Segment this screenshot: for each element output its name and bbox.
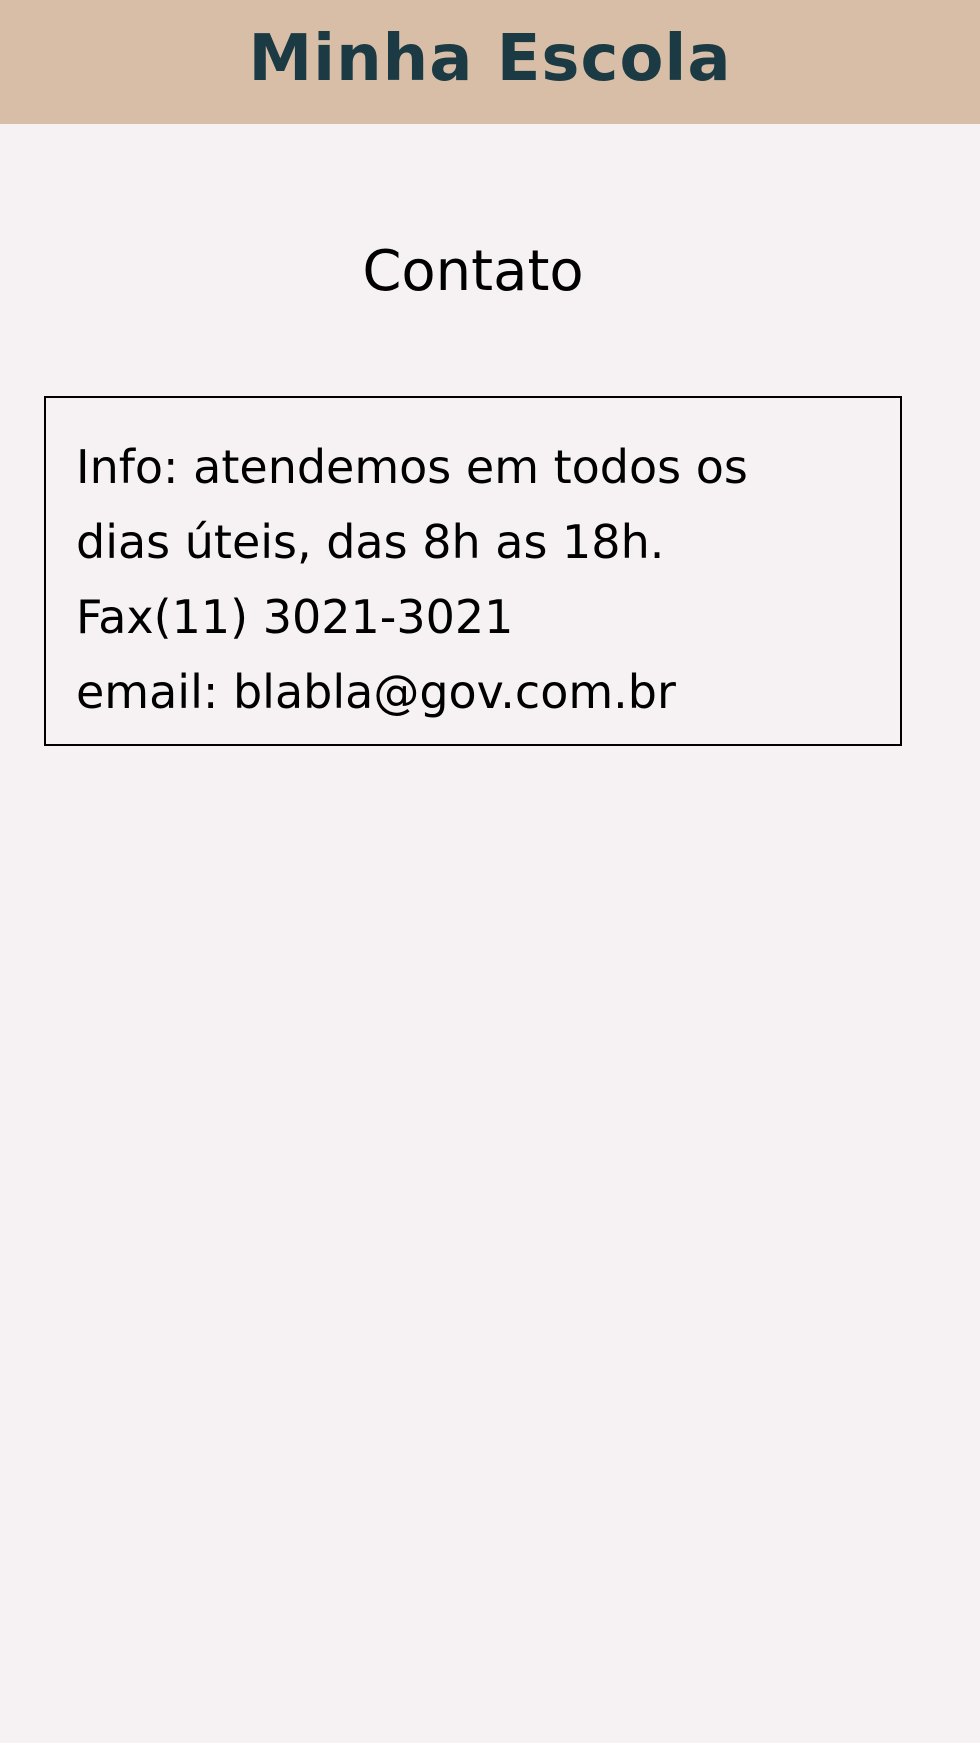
contact-info-box: Info: atendemos em todos os dias úteis, …: [44, 396, 902, 746]
app-title: Minha Escola: [248, 22, 732, 96]
contact-info-line-2: dias úteis, das 8h as 18h.: [76, 515, 665, 569]
app-header: Minha Escola: [0, 0, 980, 124]
contact-fax: Fax(11) 3021-3021: [76, 590, 514, 644]
contact-info-line-1: Info: atendemos em todos os: [76, 440, 748, 494]
contact-email: email: blabla@gov.com.br: [76, 665, 676, 719]
page-title: Contato: [362, 239, 584, 304]
